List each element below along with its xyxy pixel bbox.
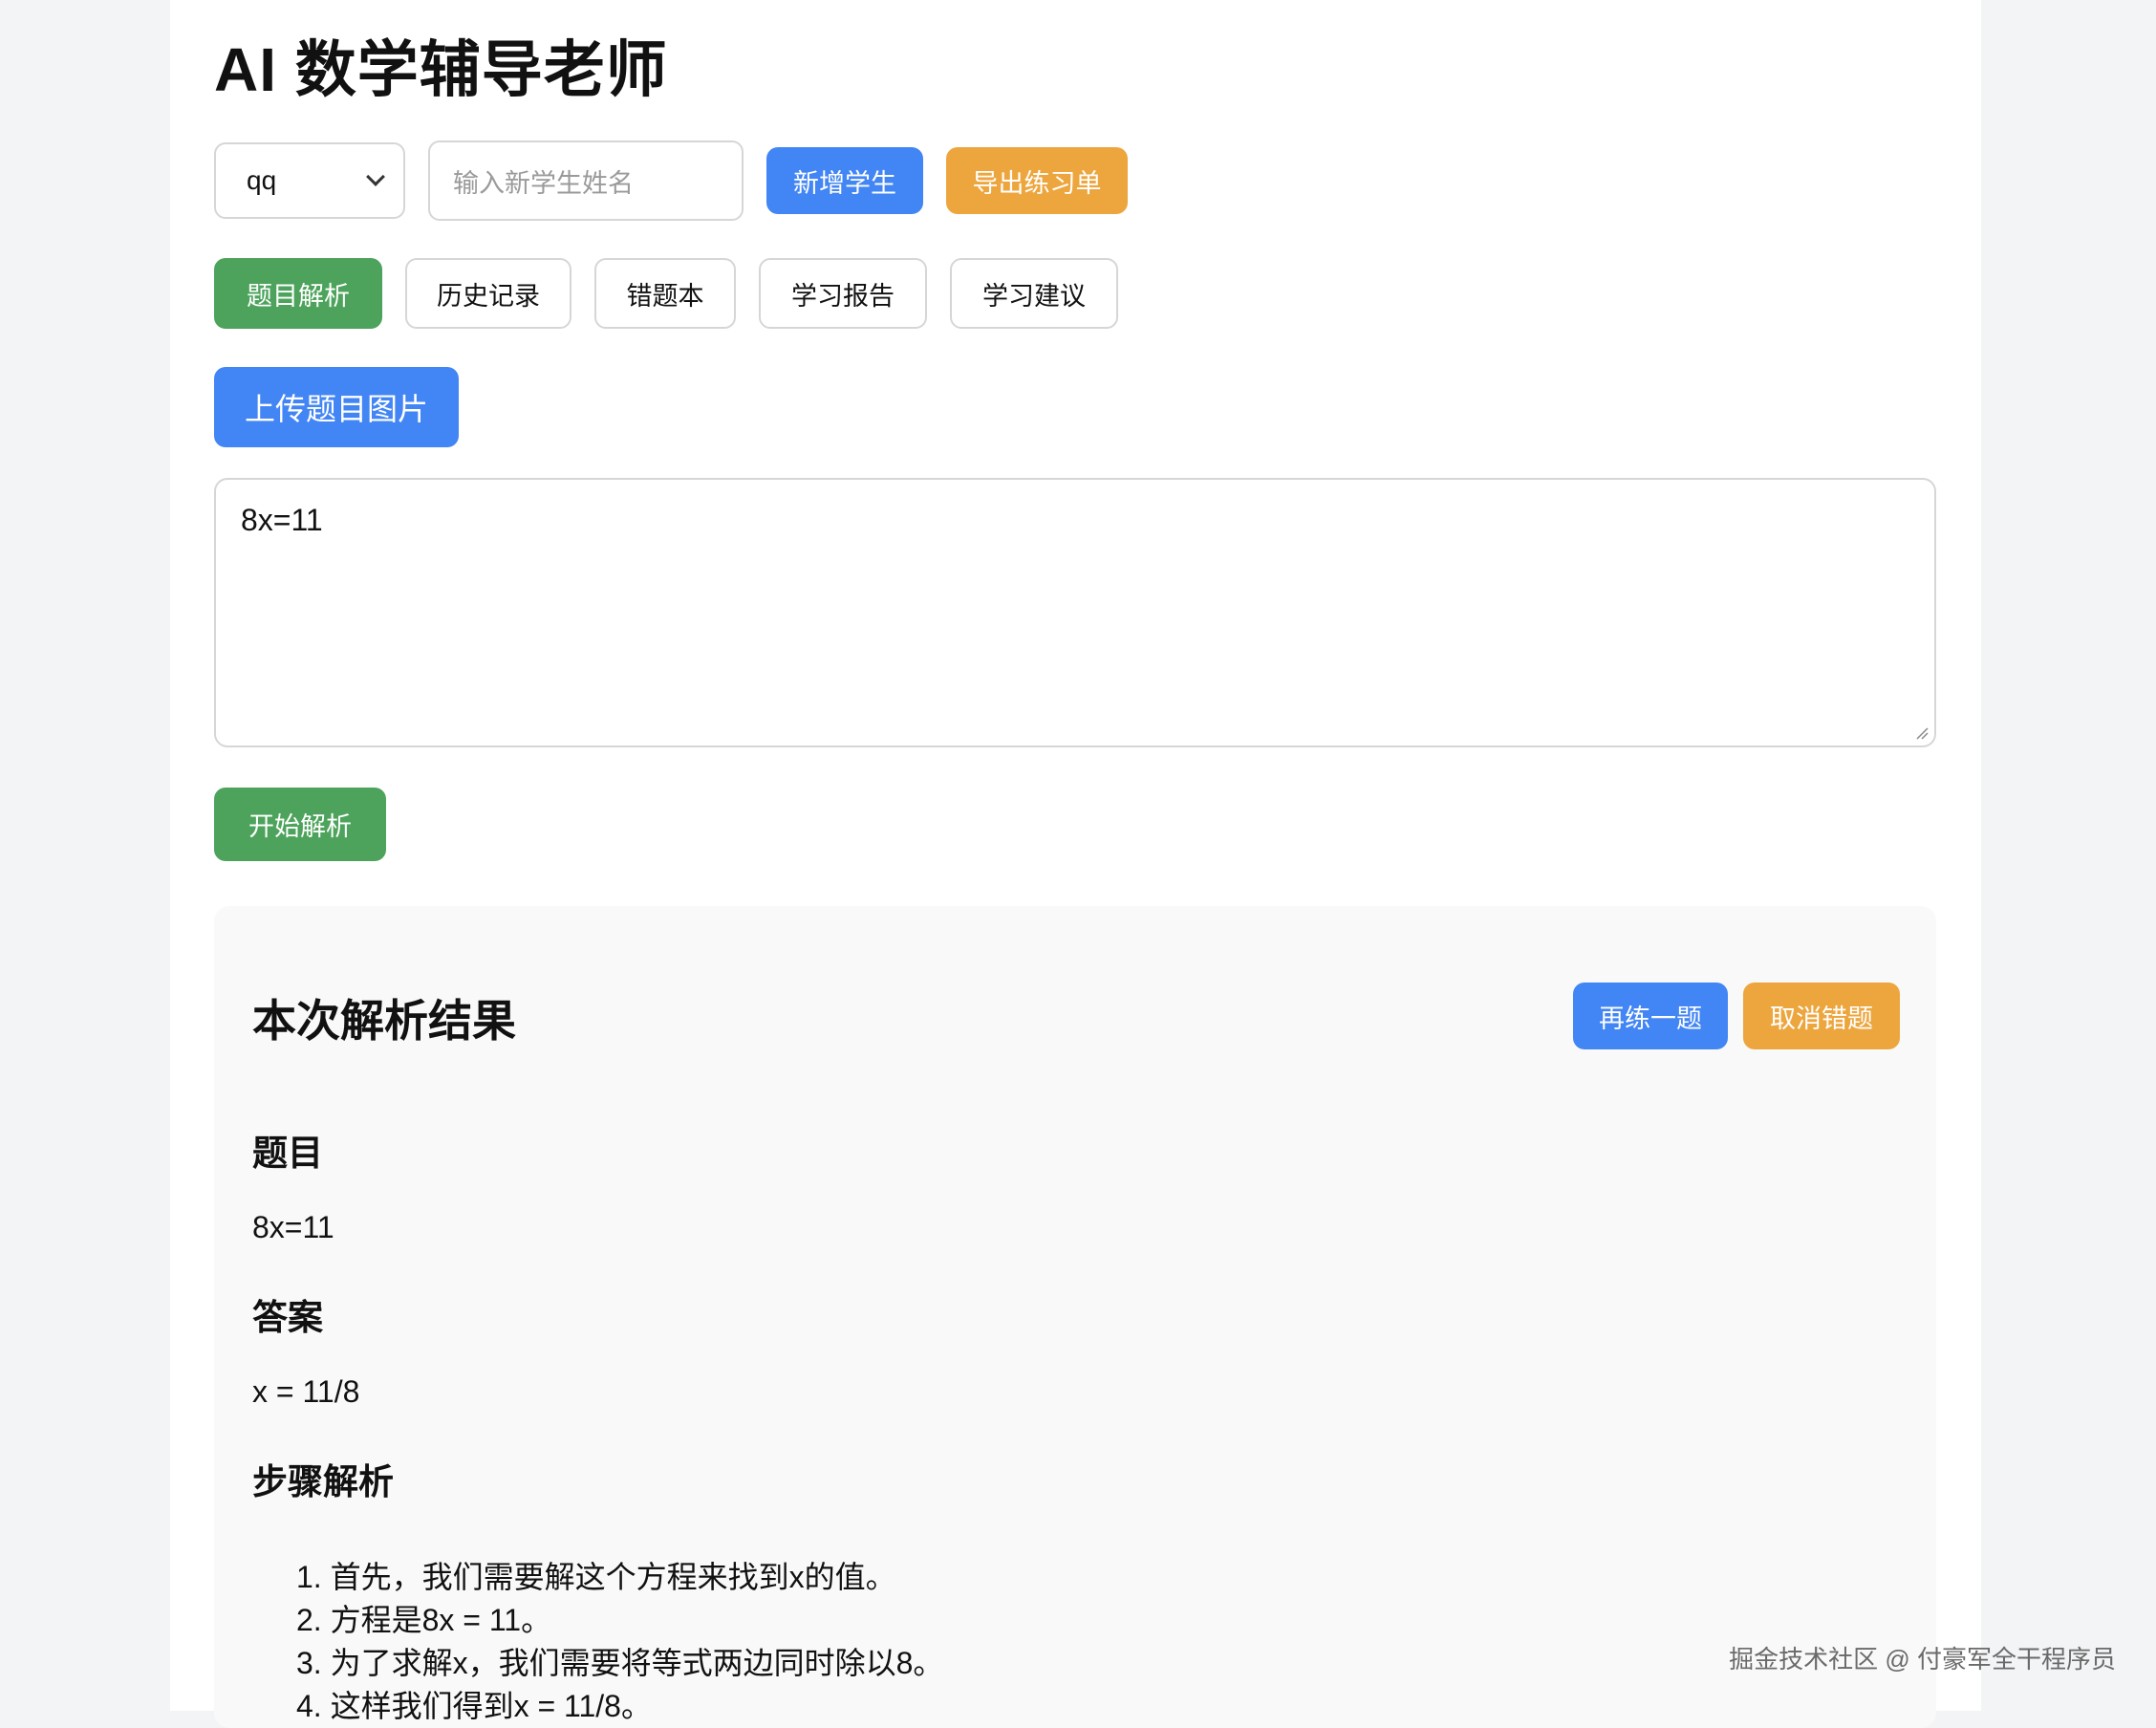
watermark: 掘金技术社区 @ 付豪军全干程序员 xyxy=(1729,1645,2116,1674)
student-select[interactable]: qq xyxy=(214,142,405,219)
answer-text: x = 11/8 xyxy=(252,1374,360,1409)
list-item: 3. 为了求解x，我们需要将等式两边同时除以8。 xyxy=(296,1646,944,1680)
answer-heading: 答案 xyxy=(252,1298,323,1337)
student-toolbar: qq 输入新学生姓名 新增学生 导出练习单 xyxy=(214,140,1128,221)
add-student-button[interactable]: 新增学生 xyxy=(766,147,923,214)
app-container: AI 数学辅导老师 qq 输入新学生姓名 新增学生 导出练习单 题目解析 历史记… xyxy=(170,0,1981,1728)
student-select-value: qq xyxy=(247,165,277,195)
result-title: 本次解析结果 xyxy=(252,996,516,1046)
upload-image-button[interactable]: 上传题目图片 xyxy=(214,367,459,447)
list-item: 1. 首先，我们需要解这个方程来找到x的值。 xyxy=(296,1560,896,1594)
resize-grip-icon[interactable] xyxy=(1915,726,1929,740)
practice-again-button[interactable]: 再练一题 xyxy=(1573,983,1728,1049)
question-textarea-value: 8x=11 xyxy=(241,503,323,537)
steps-list: 1. 首先，我们需要解这个方程来找到x的值。 2. 方程是8x = 11。 3.… xyxy=(296,1556,943,1728)
tab-wrong-book[interactable]: 错题本 xyxy=(594,258,736,329)
question-text: 8x=11 xyxy=(252,1210,334,1244)
list-item: 2. 方程是8x = 11。 xyxy=(296,1603,552,1637)
new-student-input[interactable]: 输入新学生姓名 xyxy=(428,140,744,221)
export-worksheet-button[interactable]: 导出练习单 xyxy=(946,147,1128,214)
steps-heading: 步骤解析 xyxy=(252,1462,394,1501)
chevron-down-icon xyxy=(366,167,385,186)
question-textarea[interactable]: 8x=11 xyxy=(214,478,1936,747)
tab-history[interactable]: 历史记录 xyxy=(405,258,571,329)
cancel-wrong-button[interactable]: 取消错题 xyxy=(1743,983,1900,1049)
question-heading: 题目 xyxy=(252,1134,323,1173)
page-title: AI 数学辅导老师 xyxy=(214,35,668,104)
tab-report[interactable]: 学习报告 xyxy=(759,258,927,329)
tab-analysis[interactable]: 题目解析 xyxy=(214,258,382,329)
tab-bar: 题目解析 历史记录 错题本 学习报告 学习建议 xyxy=(214,258,1118,329)
tab-advice[interactable]: 学习建议 xyxy=(950,258,1118,329)
start-analysis-button[interactable]: 开始解析 xyxy=(214,788,386,861)
list-item: 4. 这样我们得到x = 11/8。 xyxy=(296,1689,652,1723)
